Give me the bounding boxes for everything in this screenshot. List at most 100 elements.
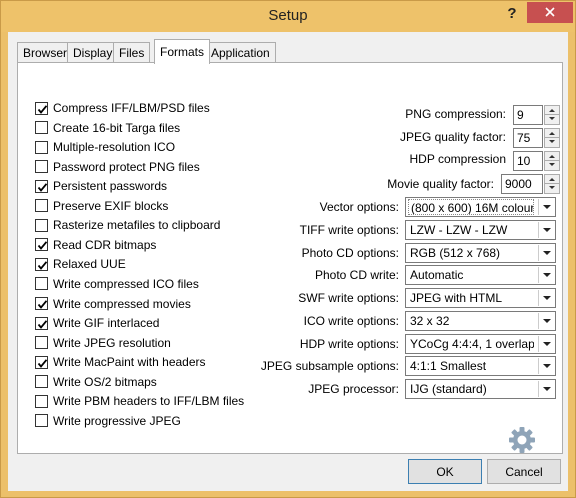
checkbox-row[interactable]: Write GIF interlaced: [35, 315, 159, 331]
movie-quality-spinner[interactable]: [544, 174, 560, 194]
chevron-down-icon[interactable]: [538, 358, 554, 374]
tab-browser[interactable]: Browser: [17, 42, 74, 63]
chevron-down-icon[interactable]: [538, 290, 554, 306]
chevron-down-icon[interactable]: [538, 222, 554, 238]
checkbox[interactable]: [35, 199, 48, 213]
checkbox[interactable]: [35, 355, 48, 369]
tab-application[interactable]: Application: [205, 42, 276, 63]
checkbox-row[interactable]: Compress IFF/LBM/PSD files: [35, 100, 210, 116]
checkbox[interactable]: [35, 336, 48, 350]
checkbox[interactable]: [35, 394, 48, 408]
option-select[interactable]: 4:1:1 Smallest: [405, 356, 556, 376]
option-select[interactable]: IJG (standard): [405, 379, 556, 399]
checkbox-label: Create 16-bit Targa files: [53, 120, 181, 135]
checkbox-row[interactable]: Preserve EXIF blocks: [35, 198, 168, 214]
checkbox[interactable]: [35, 101, 48, 115]
title-bar[interactable]: Setup ?: [1, 1, 575, 32]
help-button[interactable]: ?: [499, 5, 525, 25]
option-select[interactable]: 32 x 32: [405, 311, 556, 331]
tab-files[interactable]: Files: [113, 42, 151, 63]
jpeg-quality-spinner[interactable]: [544, 128, 560, 148]
checkbox-label: Write compressed movies: [53, 296, 191, 311]
select-value: 4:1:1 Smallest: [410, 359, 487, 373]
spin-up-icon[interactable]: [544, 128, 560, 138]
checkbox-row[interactable]: Write compressed movies: [35, 296, 191, 312]
checkbox-row[interactable]: Multiple-resolution ICO: [35, 139, 175, 155]
checkbox-row[interactable]: Write MacPaint with headers: [35, 354, 206, 370]
option-select[interactable]: LZW - LZW - LZW: [405, 220, 556, 240]
checkbox-row[interactable]: Password protect PNG files: [35, 159, 200, 175]
png-compression-spinner[interactable]: [544, 105, 560, 125]
checkbox[interactable]: [35, 316, 48, 330]
chevron-down-icon[interactable]: [538, 245, 554, 261]
select-label: ICO write options:: [303, 314, 399, 328]
checkbox[interactable]: [35, 140, 48, 154]
setup-window: Setup ? Browser Display Files Formats Ap…: [0, 0, 576, 498]
option-select[interactable]: (800 x 600) 16M colours: [405, 197, 556, 217]
close-button[interactable]: [527, 2, 573, 23]
hdp-compression-input[interactable]: 10: [513, 151, 543, 171]
checkmark-icon: [37, 358, 48, 368]
option-select[interactable]: YCoCg 4:4:4, 1 overlap*: [405, 334, 556, 354]
checkbox[interactable]: [35, 414, 48, 428]
select-label: JPEG subsample options:: [260, 359, 399, 373]
checkbox-row[interactable]: Write OS/2 bitmaps: [35, 374, 157, 390]
checkbox-label: Password protect PNG files: [53, 159, 200, 174]
select-label: Vector options:: [319, 200, 399, 214]
checkbox-row[interactable]: Create 16-bit Targa files: [35, 120, 180, 136]
chevron-down-icon[interactable]: [538, 336, 554, 352]
ok-button[interactable]: OK: [408, 459, 482, 484]
checkbox-label: Write JPEG resolution: [53, 335, 171, 350]
select-label: JPEG processor:: [308, 382, 399, 396]
chevron-down-icon[interactable]: [538, 267, 554, 283]
chevron-down-icon[interactable]: [538, 313, 554, 329]
tab-display[interactable]: Display: [67, 42, 119, 63]
checkbox-row[interactable]: Write compressed ICO files: [35, 276, 199, 292]
cancel-button[interactable]: Cancel: [487, 459, 561, 484]
checkbox-row[interactable]: Write JPEG resolution: [35, 335, 171, 351]
checkbox-label: Write compressed ICO files: [53, 276, 199, 291]
option-select[interactable]: Automatic: [405, 265, 556, 285]
checkbox[interactable]: [35, 218, 48, 232]
checkbox[interactable]: [35, 160, 48, 174]
gear-icon[interactable]: [507, 425, 537, 455]
spin-up-icon[interactable]: [544, 174, 560, 184]
option-select[interactable]: JPEG with HTML: [405, 288, 556, 308]
checkbox[interactable]: [35, 238, 48, 252]
checkbox-row[interactable]: Read CDR bitmaps: [35, 237, 156, 253]
checkbox-row[interactable]: Persistent passwords: [35, 178, 167, 194]
spin-down-icon[interactable]: [544, 161, 560, 171]
checkbox-label: Rasterize metafiles to clipboard: [53, 218, 221, 233]
checkbox-label: Read CDR bitmaps: [53, 237, 157, 252]
checkbox-row[interactable]: Write PBM headers to IFF/LBM files: [35, 393, 244, 409]
checkmark-icon: [37, 300, 48, 309]
spin-down-icon[interactable]: [544, 184, 560, 194]
checkbox-label: Preserve EXIF blocks: [53, 198, 169, 213]
checkbox[interactable]: [35, 277, 48, 291]
checkbox-label: Write PBM headers to IFF/LBM files: [53, 394, 245, 409]
checkmark-icon: [37, 104, 48, 114]
spin-down-icon[interactable]: [544, 115, 560, 125]
checkbox[interactable]: [35, 297, 48, 310]
spin-up-icon[interactable]: [544, 151, 560, 161]
checkbox-label: Relaxed UUE: [53, 257, 126, 272]
png-compression-label: PNG compression:: [405, 107, 506, 121]
checkbox-row[interactable]: Rasterize metafiles to clipboard: [35, 217, 220, 233]
checkbox-label: Write progressive JPEG: [53, 413, 181, 428]
tab-formats[interactable]: Formats: [154, 39, 211, 64]
checkbox-row[interactable]: Write progressive JPEG: [35, 413, 181, 429]
png-compression-input[interactable]: 9: [513, 105, 543, 125]
spin-up-icon[interactable]: [544, 105, 560, 115]
checkbox[interactable]: [35, 179, 48, 193]
spin-down-icon[interactable]: [544, 138, 560, 148]
checkbox[interactable]: [35, 121, 48, 135]
checkbox[interactable]: [35, 257, 48, 271]
movie-quality-input[interactable]: 9000: [501, 174, 543, 194]
option-select[interactable]: RGB (512 x 768): [405, 243, 556, 263]
hdp-compression-spinner[interactable]: [544, 151, 560, 171]
checkbox-row[interactable]: Relaxed UUE: [35, 256, 126, 272]
chevron-down-icon[interactable]: [538, 199, 554, 215]
checkbox[interactable]: [35, 375, 48, 389]
jpeg-quality-input[interactable]: 75: [513, 128, 543, 148]
chevron-down-icon[interactable]: [538, 381, 554, 397]
